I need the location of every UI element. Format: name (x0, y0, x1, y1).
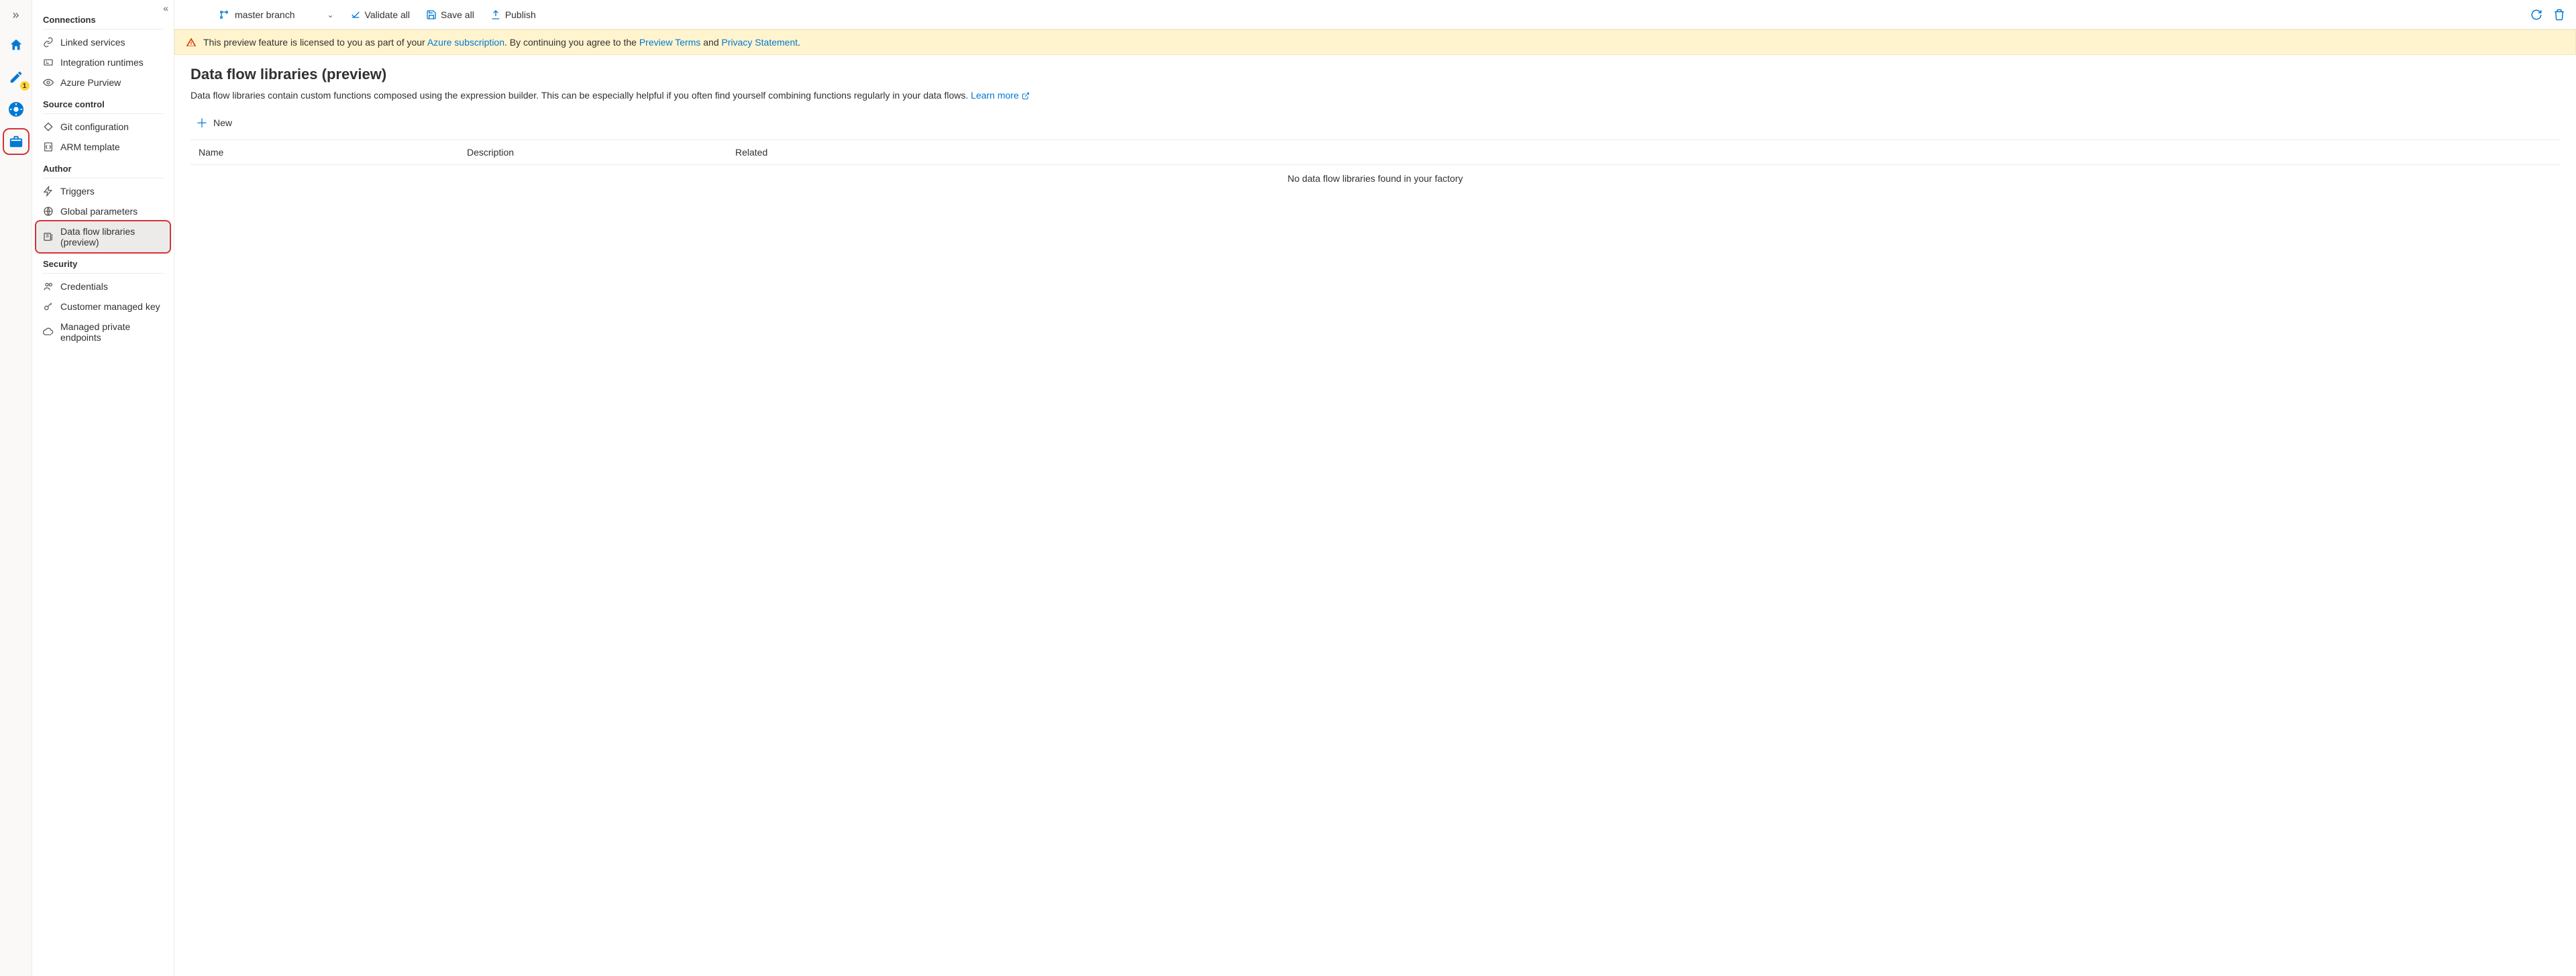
toolbar: master branch ⌄ Validate all Save all Pu… (174, 0, 2576, 30)
menu-data-flow-libraries[interactable]: Data flow libraries (preview) (36, 221, 170, 252)
monitor-icon[interactable] (4, 97, 28, 121)
libraries-table: Name Description Related No data flow li… (191, 140, 2560, 192)
menu-label: Triggers (60, 186, 95, 197)
azure-subscription-link[interactable]: Azure subscription (427, 37, 504, 48)
validate-all-button[interactable]: Validate all (350, 9, 410, 20)
menu-label: ARM template (60, 142, 120, 152)
menu-label: Azure Purview (60, 77, 121, 88)
runtime-icon (43, 57, 54, 68)
branch-selector[interactable]: master branch ⌄ (185, 9, 334, 20)
menu-label: Linked services (60, 37, 125, 48)
banner-text: This preview feature is licensed to you … (203, 37, 800, 48)
eye-icon (43, 77, 54, 88)
new-button[interactable]: ＋ New (191, 110, 237, 135)
menu-credentials[interactable]: Credentials (32, 276, 174, 296)
validate-label: Validate all (365, 9, 410, 20)
delete-icon[interactable] (2553, 9, 2565, 21)
author-badge: 1 (20, 81, 30, 91)
expand-rail-button[interactable]: » (9, 5, 21, 25)
refresh-icon[interactable] (2530, 9, 2542, 21)
preview-terms-link[interactable]: Preview Terms (639, 37, 701, 48)
external-link-icon (1022, 92, 1030, 100)
manage-toolbox-icon[interactable] (4, 129, 28, 154)
section-header-security: Security (32, 252, 174, 273)
menu-integration-runtimes[interactable]: Integration runtimes (32, 52, 174, 72)
column-name[interactable]: Name (199, 147, 467, 158)
content-area: Data flow libraries (preview) Data flow … (174, 55, 2576, 203)
column-related[interactable]: Related (735, 147, 2552, 158)
publish-button[interactable]: Publish (490, 9, 536, 20)
menu-git-config[interactable]: Git configuration (32, 117, 174, 137)
check-icon (350, 9, 361, 20)
bolt-icon (43, 186, 54, 197)
save-label: Save all (441, 9, 474, 20)
menu-label: Data flow libraries (preview) (60, 226, 163, 248)
library-icon (43, 231, 54, 242)
menu-label: Customer managed key (60, 301, 160, 312)
git-icon (43, 121, 54, 132)
table-header: Name Description Related (191, 140, 2560, 165)
section-header-source-control: Source control (32, 93, 174, 113)
warning-icon (186, 37, 197, 48)
upload-icon (490, 9, 501, 20)
collapse-panel-button[interactable]: « (163, 3, 168, 13)
menu-arm-template[interactable]: ARM template (32, 137, 174, 157)
menu-customer-managed-key[interactable]: Customer managed key (32, 296, 174, 317)
chevron-down-icon: ⌄ (327, 10, 333, 19)
home-icon[interactable] (4, 33, 28, 57)
author-pencil-icon[interactable]: 1 (4, 65, 28, 89)
new-label: New (213, 117, 232, 128)
menu-azure-purview[interactable]: Azure Purview (32, 72, 174, 93)
preview-banner: This preview feature is licensed to you … (174, 30, 2576, 55)
plus-icon: ＋ (196, 114, 208, 131)
publish-label: Publish (505, 9, 536, 20)
person-key-icon (43, 281, 54, 292)
main-area: master branch ⌄ Validate all Save all Pu… (174, 0, 2576, 976)
globe-icon (43, 206, 54, 217)
menu-label: Global parameters (60, 206, 138, 217)
save-all-button[interactable]: Save all (426, 9, 474, 20)
key-icon (43, 301, 54, 312)
branch-icon (219, 9, 229, 20)
save-icon (426, 9, 437, 20)
menu-label: Integration runtimes (60, 57, 144, 68)
template-icon (43, 142, 54, 152)
menu-triggers[interactable]: Triggers (32, 181, 174, 201)
cloud-lock-icon (43, 327, 54, 337)
column-description[interactable]: Description (467, 147, 735, 158)
branch-label: master branch (235, 9, 294, 20)
left-icon-rail: » 1 (0, 0, 32, 976)
menu-managed-private-endpoints[interactable]: Managed private endpoints (32, 317, 174, 347)
link-icon (43, 37, 54, 48)
menu-label: Credentials (60, 281, 108, 292)
page-title: Data flow libraries (preview) (191, 66, 2560, 83)
learn-more-link[interactable]: Learn more (971, 90, 1029, 101)
manage-panel: « Connections Linked services Integratio… (32, 0, 174, 976)
menu-label: Git configuration (60, 121, 129, 132)
privacy-statement-link[interactable]: Privacy Statement (722, 37, 798, 48)
menu-label: Managed private endpoints (60, 321, 163, 343)
menu-global-parameters[interactable]: Global parameters (32, 201, 174, 221)
menu-linked-services[interactable]: Linked services (32, 32, 174, 52)
page-description: Data flow libraries contain custom funct… (191, 90, 2560, 101)
empty-state: No data flow libraries found in your fac… (191, 165, 2560, 192)
section-header-connections: Connections (32, 8, 174, 29)
section-header-author: Author (32, 157, 174, 178)
